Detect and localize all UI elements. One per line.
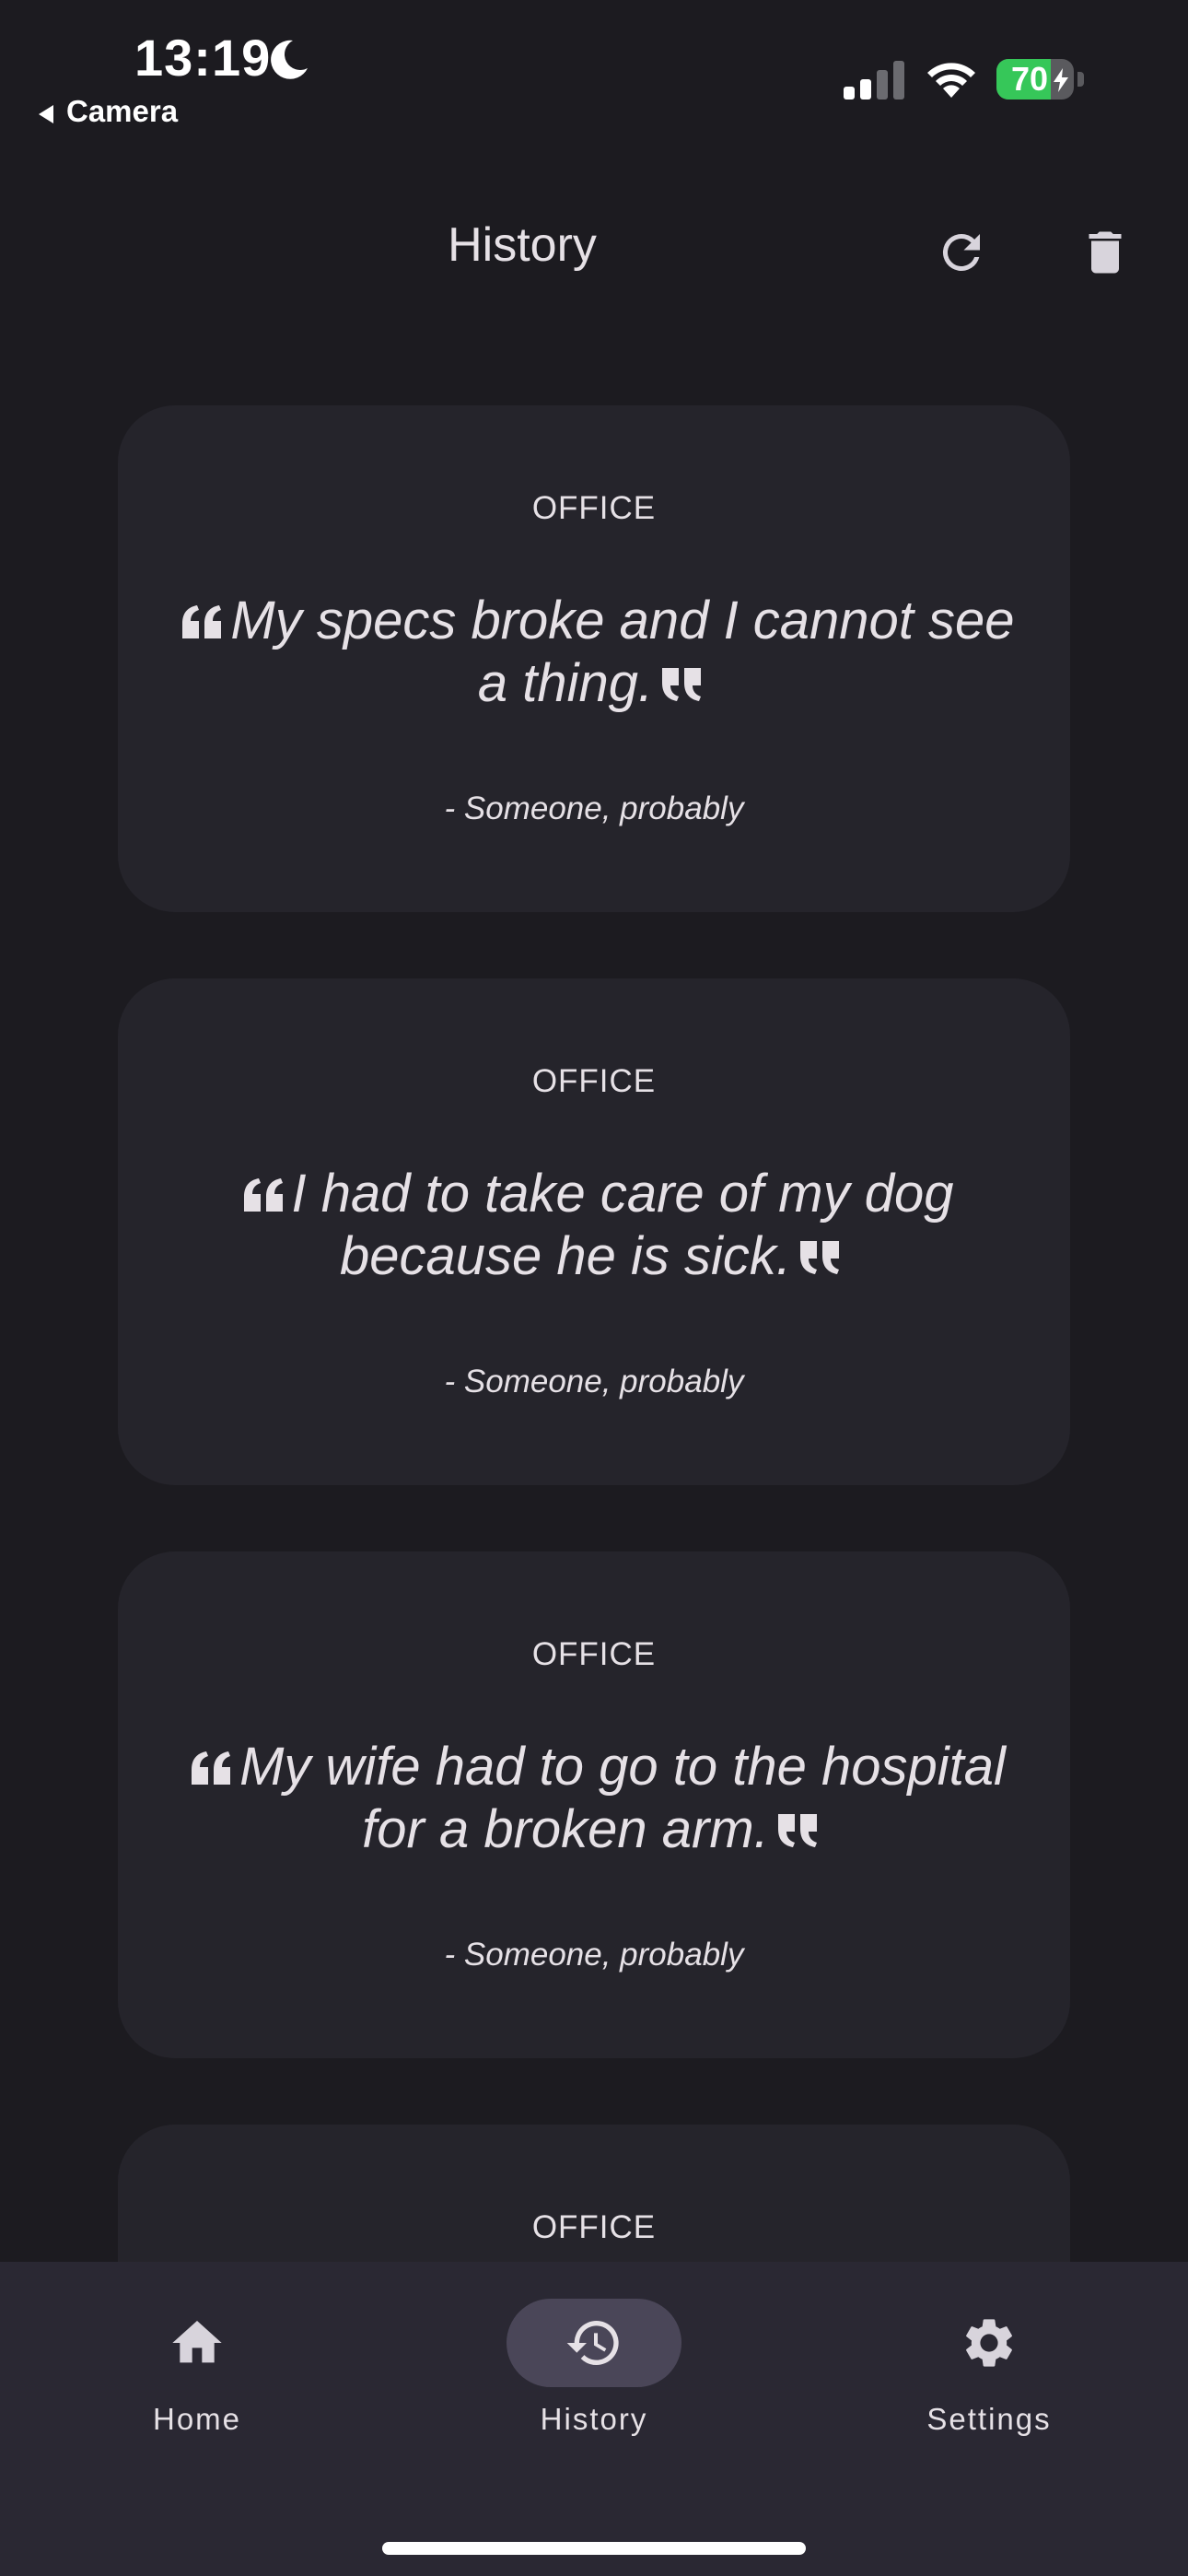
moon-icon (271, 40, 308, 79)
card-category: OFFICE (531, 490, 657, 526)
card-quote: My wife had to go to the hospital for a … (164, 1736, 1024, 1861)
close-quote-icon (662, 668, 702, 701)
history-card[interactable]: OFFICE My wife had to go to the hospital… (118, 1551, 1070, 2058)
settings-icon (966, 2319, 1012, 2367)
close-quote-icon (800, 1241, 840, 1274)
battery-icon: 70 (996, 55, 1085, 103)
nav-item-home[interactable]: Home (59, 2299, 335, 2437)
card-author: - Someone, probably (444, 1937, 744, 1973)
delete-icon (1089, 231, 1122, 274)
open-quote-icon (243, 1178, 283, 1212)
battery-level: 70 (1010, 60, 1049, 98)
nav-item-settings[interactable]: Settings (851, 2299, 1127, 2437)
bottom-navigation: Home History Settings (0, 2262, 1188, 2576)
signal-icon (844, 61, 904, 100)
nav-label-history: History (540, 2402, 648, 2436)
quote-text: I had to take care of my dog because he … (291, 1164, 954, 1286)
history-list[interactable]: OFFICE My specs broke and I cannot see a… (118, 405, 1070, 2262)
page-title: History (448, 218, 597, 272)
home-icon (172, 2321, 222, 2363)
open-quote-icon (192, 1751, 231, 1785)
history-card[interactable]: OFFICE I had to take care of my dog beca… (118, 978, 1070, 1485)
card-author: - Someone, probably (444, 1364, 744, 1399)
back-arrow-icon[interactable] (35, 103, 57, 125)
nav-label-home: Home (152, 2402, 242, 2436)
open-quote-icon (182, 605, 222, 638)
history-icon (566, 2321, 619, 2365)
home-indicator[interactable] (382, 2542, 806, 2555)
history-card[interactable]: OFFICE (118, 2125, 1070, 2262)
wifi-icon (927, 63, 975, 98)
card-category: OFFICE (531, 1636, 657, 1672)
card-author: - Someone, probably (444, 790, 744, 826)
back-to-camera-link[interactable]: Camera (66, 94, 178, 129)
quote-text: My specs broke and I cannot see a thing. (230, 591, 1015, 713)
card-quote: My specs broke and I cannot see a thing. (164, 590, 1024, 715)
card-category: OFFICE (531, 2209, 657, 2245)
nav-label-settings: Settings (926, 2402, 1052, 2436)
status-bar: 13:19 Camera 70 (0, 0, 1188, 138)
close-quote-icon (777, 1814, 817, 1847)
delete-all-button[interactable] (1068, 216, 1142, 289)
nav-item-history[interactable]: History (456, 2299, 732, 2437)
card-category: OFFICE (531, 1063, 657, 1099)
history-card[interactable]: OFFICE My specs broke and I cannot see a… (118, 405, 1070, 912)
status-time: 13:19 (134, 29, 272, 87)
card-quote: I had to take care of my dog because he … (164, 1163, 1024, 1288)
refresh-icon (942, 233, 980, 271)
charging-bolt-icon (1054, 68, 1068, 92)
quote-text: My wife had to go to the hospital for a … (239, 1737, 1006, 1859)
refresh-button[interactable] (925, 216, 998, 289)
